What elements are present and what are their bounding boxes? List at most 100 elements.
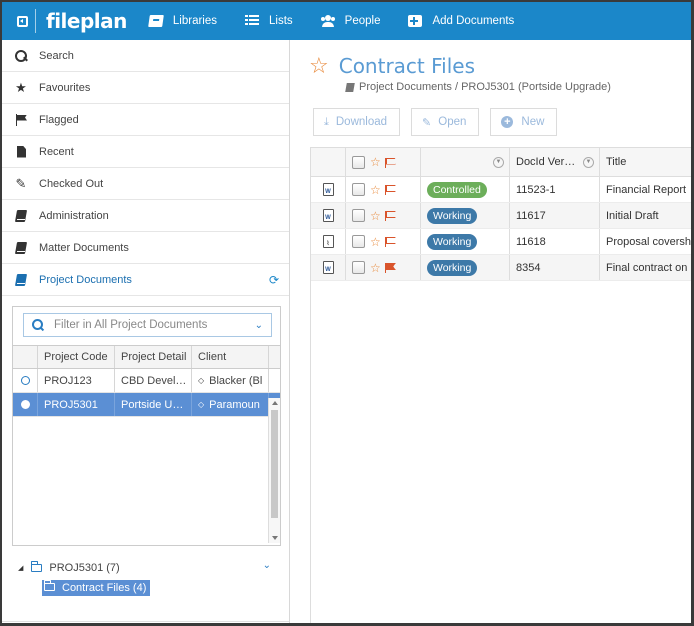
flag-icon[interactable] [384,237,395,247]
sidebar-item-label: Administration [39,209,109,222]
list-icon [245,15,259,27]
row-checkbox[interactable] [352,209,365,222]
folder-open-icon [44,580,55,591]
logo[interactable]: fileplan [46,9,127,33]
app-window: fileplan Libraries Lists People Add Docu… [0,0,694,626]
download-icon: ⤓ [324,115,329,128]
type-column-header [311,148,346,176]
star-icon: ★ [15,79,27,95]
favourite-star-icon[interactable]: ☆ [309,55,329,77]
document-toolbar: ⤓ Download ✎ Open + New [313,108,568,136]
page-title: Contract Files [338,54,476,78]
nav-lists[interactable]: Lists [245,15,293,27]
button-label: Open [438,116,467,128]
column-header[interactable]: Project Code [38,346,115,368]
word-file-icon: W [322,261,334,274]
column-header[interactable]: Client [192,346,269,368]
open-button[interactable]: ✎ Open [411,108,480,136]
status-badge: Working [427,259,478,276]
status-badge: Working [427,207,478,224]
flag-icon[interactable] [384,185,395,195]
sidebar-item-checked-out[interactable]: ✎ Checked Out [2,168,289,200]
new-button[interactable]: + New [490,108,558,136]
project-grid-header: Project Code Project Detail Client [13,345,280,369]
select-column-header [13,346,38,368]
nav-label: Lists [269,15,293,27]
refresh-icon[interactable]: ⟳ [269,273,279,287]
star-icon[interactable]: ☆ [370,183,381,197]
sidebar-item-label: Project Documents [39,273,132,286]
flag-filled-icon[interactable] [384,263,395,273]
button-label: Download [335,116,388,128]
search-icon [32,319,44,331]
project-detail: Portside U… [115,393,192,416]
row-checkbox[interactable] [352,235,365,248]
flag-icon [14,113,28,127]
table-row[interactable]: PROJ5301 Portside U… ◇ Paramoun [13,393,280,417]
client-name: Paramoun [209,398,260,411]
table-row[interactable]: W ☆ Working 11617 Initial Draft [311,203,691,229]
sidebar-item-label: Checked Out [39,177,104,190]
column-header[interactable]: Project Detail [115,346,192,368]
select-all-checkbox[interactable] [352,155,365,169]
project-filter-input[interactable]: Filter in All Project Documents ⌄ [23,313,272,337]
column-label: Title [606,156,627,168]
chevron-down-icon[interactable]: ⌄ [263,560,271,571]
download-button[interactable]: ⤓ Download [313,108,401,136]
sidebar-item-matter-documents[interactable]: Matter Documents [2,232,289,264]
row-radio[interactable] [20,400,30,409]
project-detail: CBD Devel… [115,369,192,392]
tree-node-child[interactable]: Contract Files (4) [18,578,289,598]
star-icon[interactable]: ☆ [370,235,381,249]
sidebar-item-administration[interactable]: Administration [2,200,289,232]
tree-node-label: PROJ5301 (7) [49,562,120,574]
breadcrumb: Project Documents / PROJ5301 (Portside U… [345,81,611,93]
sidebar-item-favourites[interactable]: ★ Favourites [2,72,289,104]
table-row[interactable]: PROJ123 CBD Devel… ◇ Blacker (Bl [13,369,280,393]
word-file-icon: W [322,183,334,196]
status-badge: Controlled [427,181,487,198]
title-cell: Initial Draft [606,209,659,222]
nav-people[interactable]: People [321,15,381,27]
plus-circle-icon: + [501,116,514,128]
edit-icon: ✎ [15,175,27,191]
nav-add-documents[interactable]: Add Documents [408,15,514,27]
sidebar-item-project-documents[interactable]: Project Documents ⟳ [2,264,289,296]
row-radio[interactable] [20,376,30,385]
word-file-icon: W [322,209,334,222]
flag-icon[interactable] [384,211,395,221]
tree-node-root[interactable]: ◢ PROJ5301 (7) [18,558,289,578]
top-navbar: fileplan Libraries Lists People Add Docu… [2,2,691,40]
table-row[interactable]: W ☆ Controlled 11523-1 Financial Report [311,177,691,203]
sidebar-item-flagged[interactable]: Flagged [2,104,289,136]
sidebar-item-recent[interactable]: Recent [2,136,289,168]
row-checkbox[interactable] [352,183,365,196]
row-checkbox[interactable] [352,261,365,274]
people-icon [321,15,335,27]
star-icon[interactable]: ☆ [370,261,381,275]
column-header[interactable]: DocId Ver… ▼ [510,148,600,176]
collapse-sidebar-button[interactable] [10,9,36,33]
flag-icon [384,157,395,168]
filter-icon[interactable]: ▼ [493,156,504,168]
select-column-header: ☆ [346,148,421,176]
client-name: Blacker (Bl [209,374,263,387]
plus-square-icon [408,15,423,27]
chevron-down-icon[interactable]: ⌄ [255,320,263,331]
column-header[interactable]: Title [600,148,691,176]
nav-label: People [344,15,381,27]
table-row[interactable]: W ☆ Working 8354 Final contract on k [311,255,691,281]
expand-triangle-icon[interactable]: ◢ [18,564,23,572]
filter-icon[interactable]: ▼ [583,156,594,168]
star-icon[interactable]: ☆ [370,209,381,223]
table-row[interactable]: ⌇ ☆ Working 11618 Proposal covershe [311,229,691,255]
nav-libraries[interactable]: Libraries [148,15,217,27]
collapse-icon [17,15,28,27]
star-icon: ☆ [370,155,381,169]
sidebar-item-search[interactable]: Search [2,40,289,72]
search-icon [14,49,28,63]
breadcrumb-text[interactable]: Project Documents / PROJ5301 (Portside U… [359,81,611,93]
client-cell: ◇ Paramoun [192,393,269,416]
vertical-scrollbar[interactable] [268,398,280,543]
book-icon [345,82,355,92]
